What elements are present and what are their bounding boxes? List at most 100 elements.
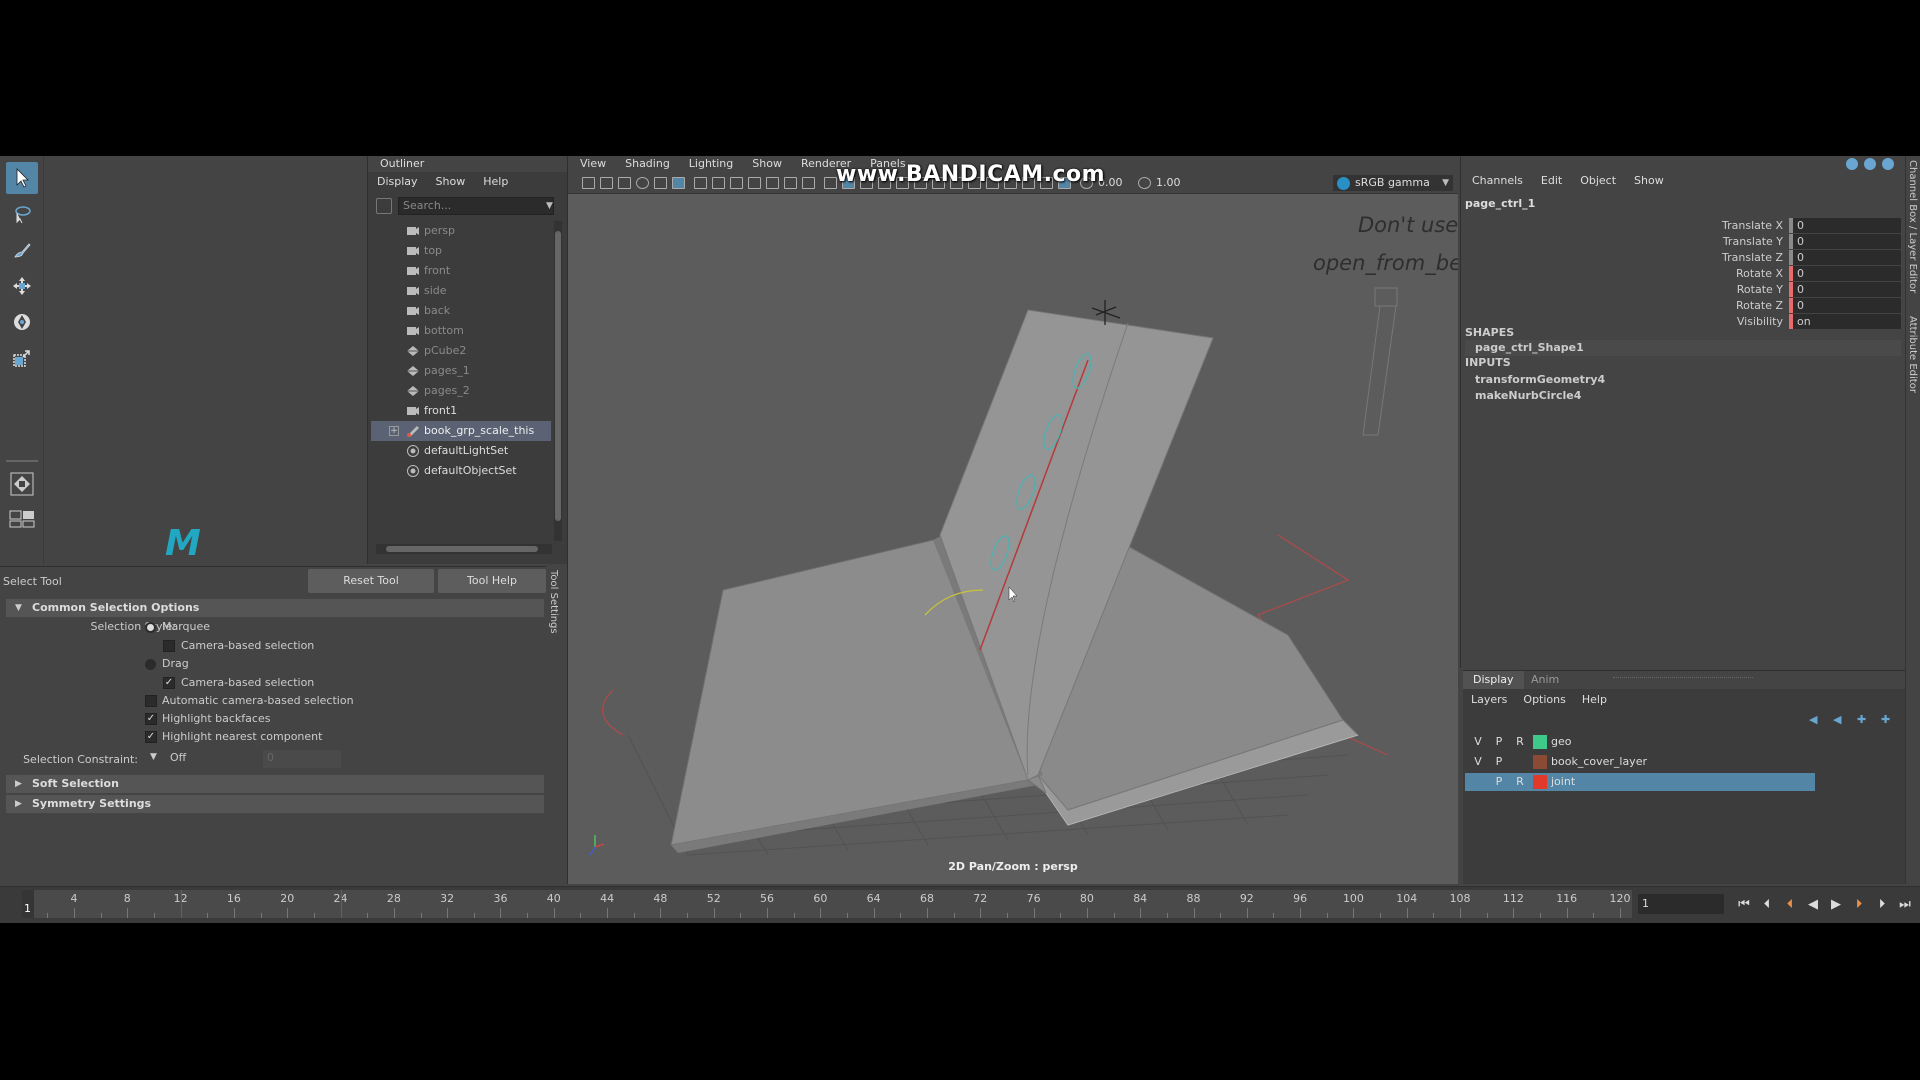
paint-select-tool-button[interactable] — [6, 234, 38, 266]
channel-box-menu-object[interactable]: Object — [1580, 174, 1616, 187]
safe-action-icon[interactable] — [784, 177, 797, 189]
common-selection-options-section[interactable]: ▼ Common Selection Options — [6, 599, 544, 617]
attribute-name[interactable]: Rotate Y — [1737, 282, 1783, 298]
outliner-item[interactable]: persp — [371, 221, 551, 241]
grease-pencil-icon[interactable] — [654, 177, 667, 189]
gamma-icon[interactable] — [1138, 177, 1151, 189]
move-tool-button[interactable] — [6, 270, 38, 302]
selected-object-name[interactable]: page_ctrl_1 — [1465, 197, 1535, 210]
channel-box-menu-edit[interactable]: Edit — [1541, 174, 1562, 187]
attribute-editor-tab[interactable]: Attribute Editor — [1907, 316, 1918, 393]
viewport-panel[interactable]: View Shading Lighting Show Renderer Pane… — [567, 156, 1458, 884]
tab-display[interactable]: Display — [1463, 671, 1524, 689]
selection-constraint-select[interactable]: Off — [166, 750, 262, 768]
camera-icon[interactable] — [582, 177, 595, 189]
timeline-ruler[interactable]: 1 48121620242832364044485256606468727680… — [22, 890, 1632, 918]
outliner-item[interactable]: side — [371, 281, 551, 301]
outliner-menu-display[interactable]: Display — [377, 172, 418, 192]
channel-box-layer-editor-tab[interactable]: Channel Box / Layer Editor — [1907, 160, 1918, 293]
attribute-value-field[interactable]: 0 — [1789, 282, 1901, 297]
new-layer-from-selection-icon[interactable]: ✚ — [1881, 714, 1895, 726]
layer-toggle-v[interactable]: V — [1471, 753, 1485, 771]
pan-zoom-icon[interactable] — [672, 177, 685, 189]
layer-menu-layers[interactable]: Layers — [1471, 693, 1507, 706]
soft-selection-section[interactable]: ▶ Soft Selection — [6, 775, 544, 793]
outliner-item[interactable]: front1 — [371, 401, 551, 421]
select-tool-button[interactable] — [6, 162, 38, 194]
attribute-value-field[interactable]: 0 — [1789, 250, 1901, 265]
panel-resize-handle[interactable] — [1613, 677, 1753, 680]
outliner-item[interactable]: pCube2 — [371, 341, 551, 361]
go-to-end-icon[interactable]: ⏭ — [1897, 894, 1913, 914]
current-time-indicator[interactable]: 1 — [22, 890, 34, 918]
grid-icon[interactable] — [694, 177, 707, 189]
attribute-name[interactable]: Visibility — [1737, 314, 1783, 330]
outliner-horizontal-scrollbar[interactable] — [376, 544, 552, 554]
attribute-row[interactable]: Rotate Y 0 — [1581, 282, 1901, 298]
layer-row[interactable]: V Pbook_cover_layer — [1465, 753, 1815, 771]
layer-toggle-p[interactable]: P — [1492, 753, 1506, 771]
move-layer-down-icon[interactable]: ◀ — [1833, 714, 1847, 726]
move-layer-up-icon[interactable]: ◀ — [1809, 714, 1823, 726]
gamma-value[interactable]: 1.00 — [1156, 176, 1181, 190]
highlight-nearest-checkbox[interactable]: ✓ — [145, 731, 157, 743]
keyframe-marker[interactable] — [340, 890, 342, 918]
attribute-row[interactable]: Rotate X 0 — [1581, 266, 1901, 282]
attribute-name[interactable]: Rotate Z — [1736, 298, 1783, 314]
attribute-row[interactable]: Rotate Z 0 — [1581, 298, 1901, 314]
reset-tool-button[interactable]: Reset Tool — [308, 569, 434, 593]
viewport-menu-lighting[interactable]: Lighting — [689, 156, 733, 172]
outliner-item[interactable]: bottom — [371, 321, 551, 341]
attribute-name[interactable]: Translate Y — [1723, 234, 1783, 250]
outliner-item[interactable]: top — [371, 241, 551, 261]
outliner-item[interactable]: defaultObjectSet — [371, 461, 551, 481]
marquee-camera-based-checkbox[interactable] — [163, 640, 175, 652]
attribute-row[interactable]: Translate Z 0 — [1581, 250, 1901, 266]
rotate-tool-button[interactable] — [6, 306, 38, 338]
drag-radio[interactable] — [145, 659, 156, 670]
film-gate-icon[interactable] — [712, 177, 725, 189]
tool-help-button[interactable]: Tool Help — [438, 569, 546, 593]
attribute-value-field[interactable]: 0 — [1789, 218, 1901, 233]
go-to-start-icon[interactable]: ⏮ — [1736, 894, 1752, 914]
tab-anim[interactable]: Anim — [1521, 671, 1569, 689]
attribute-row[interactable]: Translate X 0 — [1581, 218, 1901, 234]
channel-box-menu-show[interactable]: Show — [1634, 174, 1664, 187]
drag-camera-based-checkbox[interactable]: ✓ — [163, 677, 175, 689]
attribute-name[interactable]: Rotate X — [1736, 266, 1783, 282]
layer-toggle-r[interactable]: R — [1513, 733, 1527, 751]
expand-plus-icon[interactable]: + — [389, 426, 399, 436]
layer-toggle-p[interactable]: P — [1492, 773, 1506, 791]
layer-menu-options[interactable]: Options — [1523, 693, 1565, 706]
layer-toggle-v[interactable]: V — [1471, 733, 1485, 751]
viewport-menu-show[interactable]: Show — [752, 156, 782, 172]
input-node[interactable]: transformGeometry4 — [1465, 372, 1901, 388]
step-forward-frame-icon[interactable]: ⏵ — [1874, 894, 1890, 914]
tool-settings-icon[interactable] — [1882, 158, 1894, 170]
step-forward-key-icon[interactable]: ⏵ — [1851, 894, 1867, 914]
new-empty-layer-icon[interactable]: ✚ — [1857, 714, 1871, 726]
tool-settings-vertical-tab[interactable]: Tool Settings — [548, 566, 562, 646]
outliner-item[interactable]: back — [371, 301, 551, 321]
shape-node[interactable]: page_ctrl_Shape1 — [1465, 340, 1901, 356]
last-tool-button[interactable] — [6, 468, 38, 500]
bookmark-icon[interactable] — [618, 177, 631, 189]
gate-mask-icon[interactable] — [748, 177, 761, 189]
chevron-down-icon[interactable]: ▼ — [546, 197, 556, 215]
layer-row[interactable]: V P Rgeo — [1465, 733, 1815, 751]
channel-box-menu-channels[interactable]: Channels — [1472, 174, 1523, 187]
outliner-item[interactable]: front — [371, 261, 551, 281]
layer-color-swatch[interactable] — [1533, 775, 1547, 789]
attribute-editor-icon[interactable] — [1864, 158, 1876, 170]
input-node[interactable]: makeNurbCircle4 — [1465, 388, 1901, 404]
attribute-name[interactable]: Translate Z — [1722, 250, 1783, 266]
channel-box-icon[interactable] — [1846, 158, 1858, 170]
safe-title-icon[interactable] — [802, 177, 815, 189]
layout-button[interactable] — [6, 502, 38, 534]
outliner-menu-help[interactable]: Help — [483, 172, 508, 192]
camera-attributes-icon[interactable] — [600, 177, 613, 189]
layer-toggle-p[interactable]: P — [1492, 733, 1506, 751]
colorspace-select[interactable]: sRGB gamma — [1333, 175, 1453, 191]
attribute-value-field[interactable]: 0 — [1789, 234, 1901, 249]
outliner-item[interactable]: pages_2 — [371, 381, 551, 401]
